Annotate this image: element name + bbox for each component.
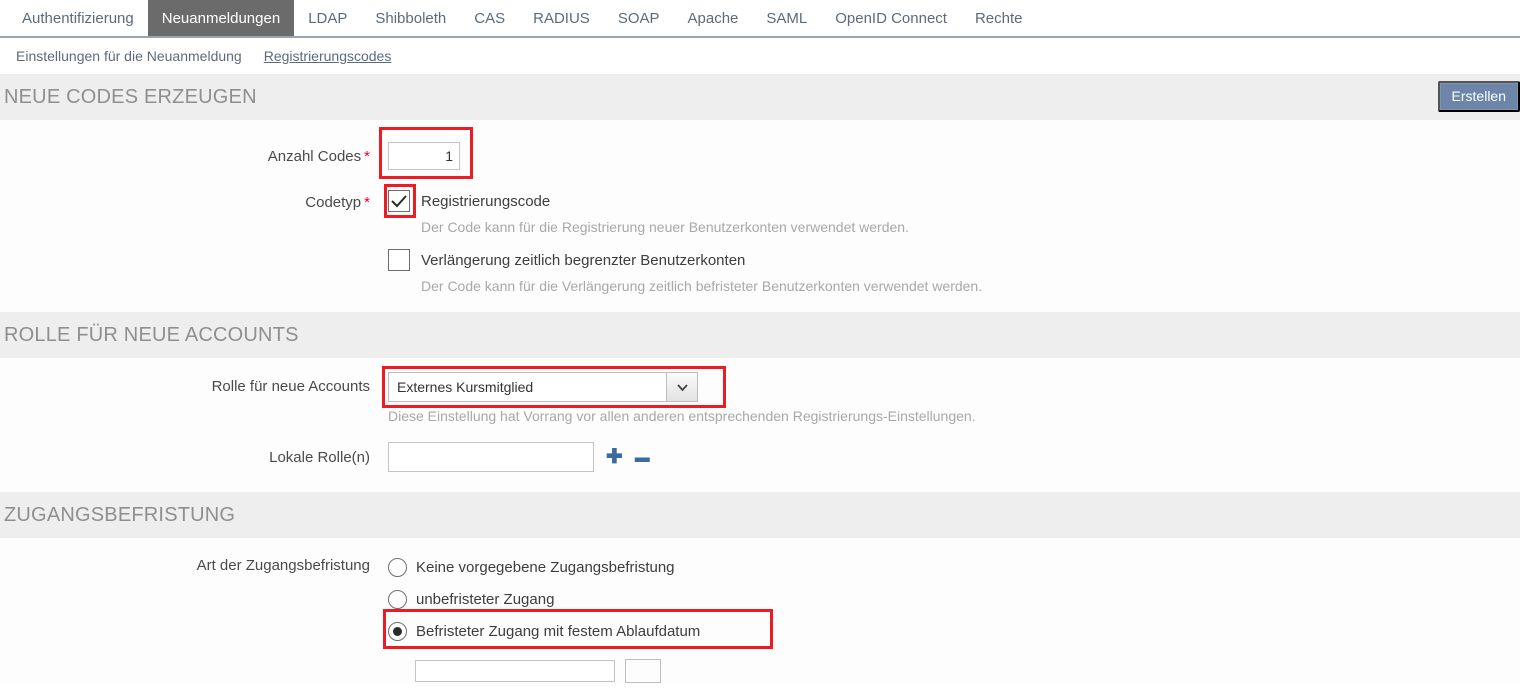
radio-selected-dot bbox=[393, 626, 402, 636]
tab-label: LDAP bbox=[308, 9, 348, 27]
check-icon bbox=[391, 194, 407, 207]
checkbox-row-verlaengerung[interactable]: Verlängerung zeitlich begrenzter Benutze… bbox=[388, 249, 1520, 271]
checkbox-verlaengerung[interactable] bbox=[388, 249, 410, 271]
tab-label: Authentifizierung bbox=[22, 9, 134, 27]
anzahl-codes-field-wrap bbox=[379, 127, 1520, 179]
form-row-art-zugangsbefristung: Art der Zugangsbefristung Keine vorgegeb… bbox=[0, 551, 1520, 683]
main-tabbar: Authentifizierung Neuanmeldungen LDAP Sh… bbox=[0, 0, 1520, 38]
checkbox-verlaengerung-label: Verlängerung zeitlich begrenzter Benutze… bbox=[421, 251, 746, 269]
tab-authentifizierung[interactable]: Authentifizierung bbox=[8, 0, 148, 36]
tab-label: SOAP bbox=[617, 9, 660, 27]
radio-row-keine-befristung[interactable]: Keine vorgegebene Zugangsbefristung bbox=[388, 551, 1520, 583]
radio-unbefristet-label: unbefristeter Zugang bbox=[416, 590, 555, 608]
radio-unbefristet[interactable] bbox=[388, 589, 407, 609]
rolle-label: Rolle für neue Accounts bbox=[0, 372, 388, 395]
art-zugangsbefristung-label-text: Art der Zugangsbefristung bbox=[196, 557, 370, 574]
tab-label: Rechte bbox=[974, 9, 1023, 27]
hint-registrierungscode: Der Code kann für die Registrierung neue… bbox=[421, 219, 909, 235]
chevron-down-icon[interactable] bbox=[666, 373, 697, 401]
codetyp-label-text: Codetyp bbox=[305, 194, 362, 211]
art-zugangsbefristung-field-wrap: Keine vorgegebene Zugangsbefristung unbe… bbox=[383, 551, 1520, 683]
add-local-role-icon[interactable]: ✚ bbox=[606, 447, 623, 467]
form-row-anzahl-codes: Anzahl Codes * bbox=[0, 127, 1520, 179]
radio-row-befristet-ablaufdatum[interactable]: Befristeter Zugang mit festem Ablaufdatu… bbox=[388, 615, 1520, 647]
rolle-field-wrap: Externes Kursmitglied Diese Einstellung … bbox=[382, 366, 1520, 424]
tab-cas[interactable]: CAS bbox=[460, 0, 519, 36]
anzahl-codes-input[interactable] bbox=[388, 142, 460, 170]
tab-label: Shibboleth bbox=[375, 9, 447, 27]
codetyp-field-wrap: Registrierungscode Der Code kann für die… bbox=[384, 184, 1520, 294]
radio-keine-befristung[interactable] bbox=[388, 557, 407, 577]
required-asterisk: * bbox=[364, 194, 370, 211]
tab-label: OpenID Connect bbox=[835, 9, 947, 27]
anzahl-codes-label: Anzahl Codes * bbox=[0, 148, 388, 165]
lokale-rolle-label-text: Lokale Rolle(n) bbox=[269, 448, 370, 466]
subnav-item-einstellungen[interactable]: Einstellungen für die Neuanmeldung bbox=[16, 48, 242, 64]
rolle-select[interactable]: Externes Kursmitglied bbox=[388, 372, 698, 402]
hint-rolle: Diese Einstellung hat Vorrang vor allen … bbox=[388, 408, 976, 424]
lokale-rolle-input[interactable] bbox=[388, 442, 594, 472]
tab-label: Apache bbox=[687, 9, 739, 27]
subnav-item-registrierungscodes[interactable]: Registrierungscodes bbox=[264, 48, 392, 64]
rolle-label-text: Rolle für neue Accounts bbox=[211, 378, 370, 395]
ablaufdatum-row bbox=[415, 659, 1520, 683]
section-title-access: ZUGANGSBEFRISTUNG bbox=[4, 503, 236, 526]
tab-soap[interactable]: SOAP bbox=[604, 0, 674, 36]
tab-apache[interactable]: Apache bbox=[674, 0, 753, 36]
tab-radius[interactable]: RADIUS bbox=[519, 0, 604, 36]
lokale-rolle-field-wrap: ✚ ▬ bbox=[388, 442, 1520, 472]
radio-befristet-ablaufdatum-label: Befristeter Zugang mit festem Ablaufdatu… bbox=[416, 622, 701, 640]
tab-label: SAML bbox=[766, 9, 808, 27]
art-zugangsbefristung-label: Art der Zugangsbefristung bbox=[0, 551, 388, 574]
remove-local-role-icon[interactable]: ▬ bbox=[635, 450, 650, 465]
section-action-generate: Erstellen bbox=[1437, 81, 1520, 112]
section-title-role: ROLLE FÜR NEUE ACCOUNTS bbox=[4, 323, 299, 346]
hint-verlaengerung: Der Code kann für die Verlängerung zeitl… bbox=[421, 278, 983, 294]
tab-neuanmeldungen[interactable]: Neuanmeldungen bbox=[147, 0, 295, 36]
checkbox-registrierungscode-label: Registrierungscode bbox=[421, 192, 551, 210]
form-row-rolle: Rolle für neue Accounts Externes Kursmit… bbox=[0, 366, 1520, 424]
section-title-generate: NEUE CODES ERZEUGEN bbox=[4, 85, 257, 108]
tab-rechte[interactable]: Rechte bbox=[961, 0, 1037, 36]
section-body-generate: Anzahl Codes* Codetyp* Registrierungscod… bbox=[0, 120, 1520, 312]
rolle-select-value: Externes Kursmitglied bbox=[397, 379, 534, 395]
checkbox-row-registrierungscode[interactable]: Registrierungscode bbox=[388, 190, 1520, 212]
form-row-codetyp: Codetyp * Registrierungscode Der Code kan… bbox=[0, 184, 1520, 294]
tab-saml[interactable]: SAML bbox=[752, 0, 821, 36]
lokale-rolle-label: Lokale Rolle(n) bbox=[0, 449, 388, 466]
section-body-access: Art der Zugangsbefristung Keine vorgegeb… bbox=[0, 538, 1520, 683]
tab-openid-connect[interactable]: OpenID Connect bbox=[821, 0, 961, 36]
tab-label: RADIUS bbox=[533, 9, 590, 27]
anzahl-codes-label-text: Anzahl Codes bbox=[267, 147, 362, 165]
section-body-role: Rolle für neue Accounts Externes Kursmit… bbox=[0, 358, 1520, 492]
form-row-lokale-rolle: Lokale Rolle(n) ✚ ▬ bbox=[0, 442, 1520, 472]
section-header-generate: NEUE CODES ERZEUGEN Erstellen bbox=[0, 74, 1520, 120]
tab-label: CAS bbox=[474, 9, 506, 27]
radio-row-unbefristet[interactable]: unbefristeter Zugang bbox=[388, 583, 1520, 615]
tab-label: Neuanmeldungen bbox=[161, 9, 281, 27]
tab-ldap[interactable]: LDAP bbox=[294, 0, 361, 36]
calendar-icon[interactable] bbox=[625, 659, 661, 683]
codetyp-label: Codetyp * bbox=[0, 190, 388, 211]
tab-shibboleth[interactable]: Shibboleth bbox=[361, 0, 460, 36]
section-header-access: ZUGANGSBEFRISTUNG bbox=[0, 492, 1520, 538]
ablaufdatum-input[interactable] bbox=[415, 660, 615, 682]
section-header-role: ROLLE FÜR NEUE ACCOUNTS bbox=[0, 312, 1520, 358]
required-asterisk: * bbox=[364, 147, 370, 165]
create-button[interactable]: Erstellen bbox=[1437, 81, 1520, 112]
checkbox-registrierungscode[interactable] bbox=[388, 190, 410, 212]
radio-keine-befristung-label: Keine vorgegebene Zugangsbefristung bbox=[416, 558, 675, 576]
subnav: Einstellungen für die Neuanmeldung Regis… bbox=[0, 38, 1520, 74]
radio-befristet-ablaufdatum[interactable] bbox=[388, 621, 407, 641]
